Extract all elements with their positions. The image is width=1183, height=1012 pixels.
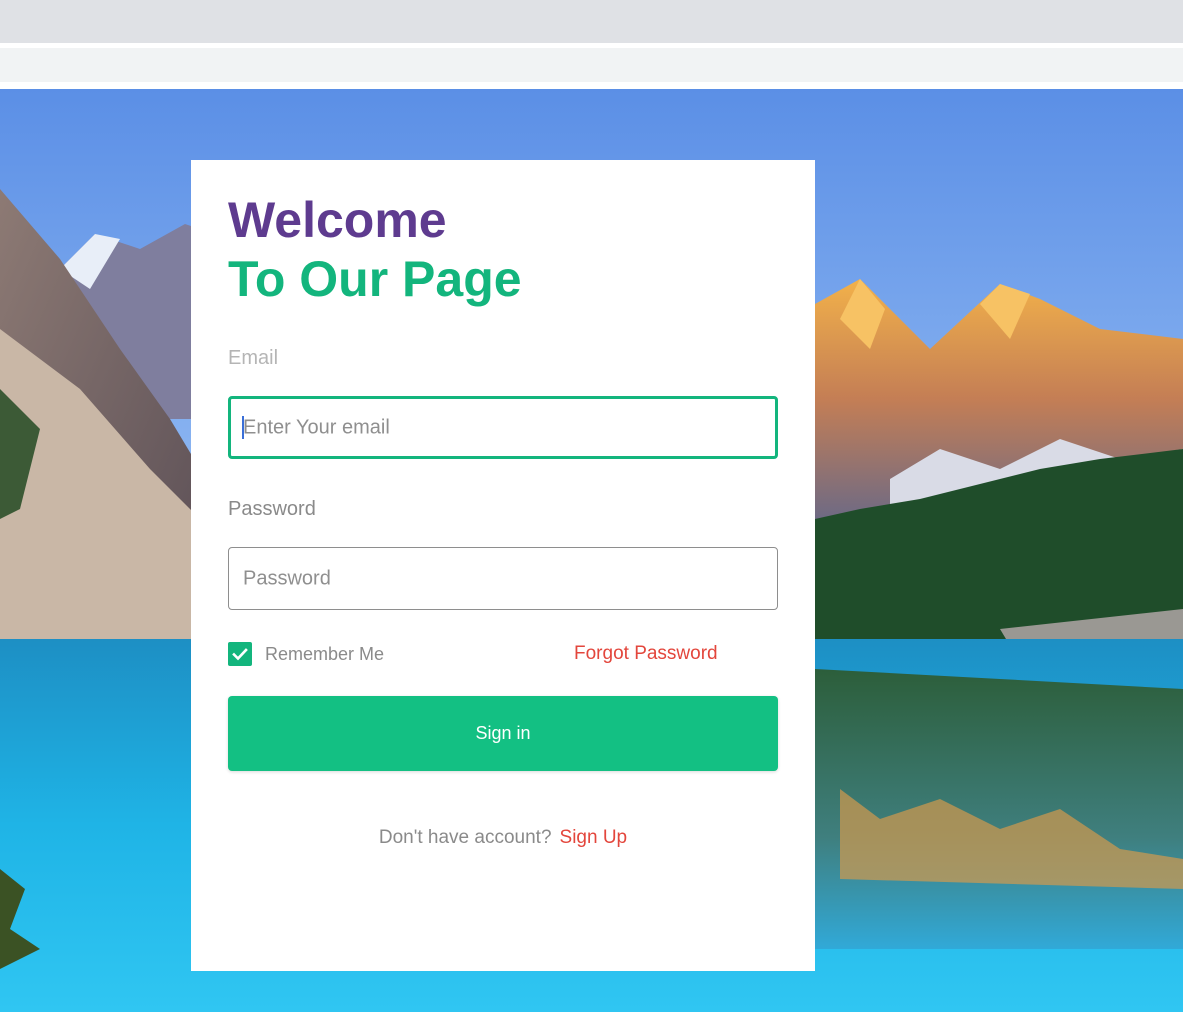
browser-divider-lower: [0, 82, 1183, 89]
sign-in-button[interactable]: Sign in: [228, 696, 778, 771]
signup-question: Don't have account?: [378, 827, 552, 848]
password-placeholder: Password: [243, 567, 331, 589]
check-icon: [232, 647, 248, 660]
email-placeholder: Enter Your email: [243, 416, 390, 438]
login-card: Welcome To Our Page Email Enter Your ema…: [191, 160, 815, 971]
email-label: Email: [228, 347, 279, 369]
remember-me-row: Remember Me: [228, 642, 384, 666]
browser-top-bar: [0, 0, 1183, 43]
browser-toolbar: [0, 48, 1183, 82]
remember-me-label: Remember Me: [265, 643, 385, 664]
email-field[interactable]: Enter Your email: [228, 396, 778, 459]
welcome-title: Welcome: [228, 192, 447, 248]
signup-prompt: Don't have account? Sign Up: [191, 826, 815, 850]
remember-me-checkbox[interactable]: [228, 642, 252, 666]
sign-up-link[interactable]: Sign Up: [560, 827, 628, 848]
welcome-subtitle: To Our Page: [228, 251, 522, 307]
password-label: Password: [228, 498, 316, 520]
password-field[interactable]: Password: [228, 547, 778, 610]
forgot-password-link[interactable]: Forgot Password: [574, 642, 718, 666]
